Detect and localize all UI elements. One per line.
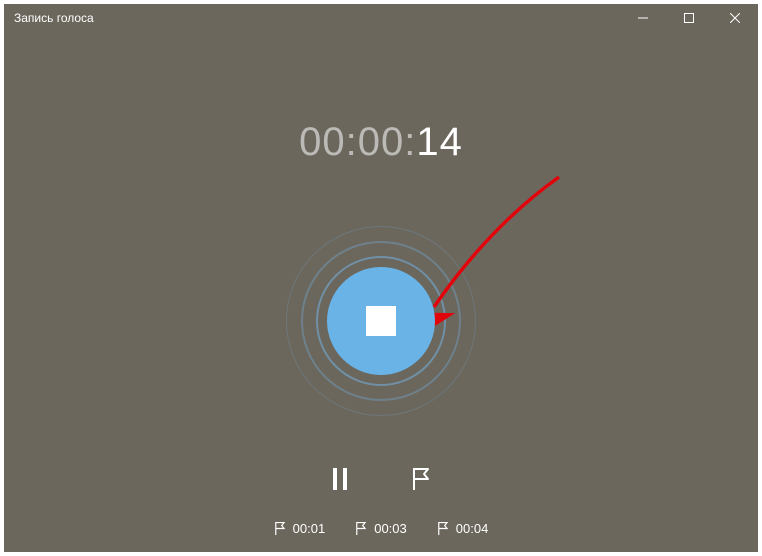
record-button-area (281, 221, 481, 421)
voice-recorder-window: Запись голоса 00:00:14 (4, 4, 758, 552)
marker-time: 00:04 (456, 521, 489, 536)
maximize-button[interactable] (666, 4, 712, 32)
minimize-button[interactable] (620, 4, 666, 32)
pause-icon (332, 468, 348, 490)
timer-dim: 00:00: (299, 120, 416, 164)
control-row (324, 463, 438, 495)
flag-icon (355, 522, 368, 535)
minimize-icon (638, 13, 648, 23)
window-title: Запись голоса (14, 11, 620, 25)
timer-active: 14 (416, 120, 463, 164)
marker-time: 00:03 (374, 521, 407, 536)
flag-icon (411, 468, 433, 490)
close-button[interactable] (712, 4, 758, 32)
flag-icon (274, 522, 287, 535)
marker-time: 00:01 (293, 521, 326, 536)
pause-button[interactable] (324, 463, 356, 495)
marker-item[interactable]: 00:04 (437, 521, 489, 536)
content-area: 00:00:14 (4, 32, 758, 552)
marker-item[interactable]: 00:03 (355, 521, 407, 536)
marker-item[interactable]: 00:01 (274, 521, 326, 536)
maximize-icon (684, 13, 694, 23)
flag-icon (437, 522, 450, 535)
stop-recording-button[interactable] (327, 267, 435, 375)
stop-icon (366, 306, 396, 336)
recording-timer: 00:00:14 (299, 120, 463, 165)
markers-row: 00:01 00:03 00:04 (274, 521, 489, 536)
add-marker-button[interactable] (406, 463, 438, 495)
close-icon (730, 13, 740, 23)
titlebar: Запись голоса (4, 4, 758, 32)
